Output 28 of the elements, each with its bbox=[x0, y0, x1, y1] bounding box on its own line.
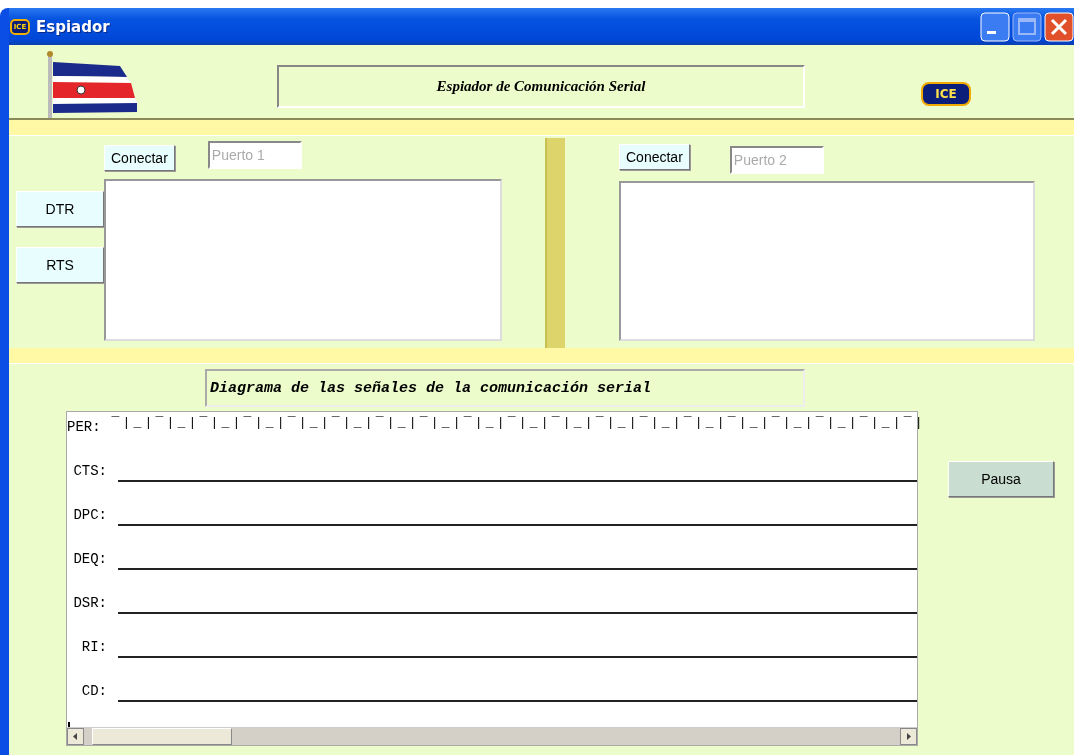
minimize-icon[interactable] bbox=[980, 11, 1010, 42]
port-field[interactable]: Puerto 1 bbox=[207, 141, 302, 169]
diagram-title: Diagrama de las señales de la comunicación serial bbox=[205, 369, 805, 407]
signal-label: DSR: bbox=[72, 594, 107, 611]
port-field[interactable]: Puerto 2 bbox=[729, 146, 824, 174]
signal-label: CD: bbox=[80, 682, 107, 699]
signal-button[interactable]: DTR bbox=[16, 191, 104, 227]
text-cursor bbox=[68, 722, 70, 727]
scroll-right-icon[interactable] bbox=[900, 728, 917, 745]
scrollbar-thumb[interactable] bbox=[92, 728, 232, 745]
signal-label: DPC: bbox=[72, 506, 107, 523]
app-heading: Espiador de Comunicación Serial bbox=[277, 65, 805, 108]
scroll-left-icon[interactable] bbox=[67, 728, 84, 745]
connect-button[interactable]: Conectar bbox=[619, 144, 690, 170]
horizontal-scrollbar[interactable] bbox=[67, 727, 917, 745]
connect-button[interactable]: Conectar bbox=[104, 145, 175, 171]
signal-label: PER: bbox=[67, 418, 101, 435]
maximize-icon[interactable] bbox=[1012, 11, 1042, 42]
signal-label: DEQ: bbox=[72, 550, 107, 567]
signal-label: RI: bbox=[80, 638, 107, 655]
pause-button[interactable]: Pausa bbox=[948, 461, 1054, 497]
company-logo: ICE bbox=[921, 82, 971, 106]
window-title: Espiador bbox=[36, 17, 110, 36]
signal-trace: ¯|_|¯|_|¯|_|¯|_|¯|_|¯|_|¯|_|¯|_|¯|_|¯|_|¯|_|¯|_|¯|_|¯|_|¯|_|¯|_|¯|_|¯|_|¯| bbox=[111, 414, 926, 430]
flag-icon bbox=[45, 50, 137, 118]
signal-button[interactable]: RTS bbox=[16, 247, 104, 283]
signal-label: CTS: bbox=[72, 462, 107, 479]
close-icon[interactable] bbox=[1044, 11, 1074, 42]
